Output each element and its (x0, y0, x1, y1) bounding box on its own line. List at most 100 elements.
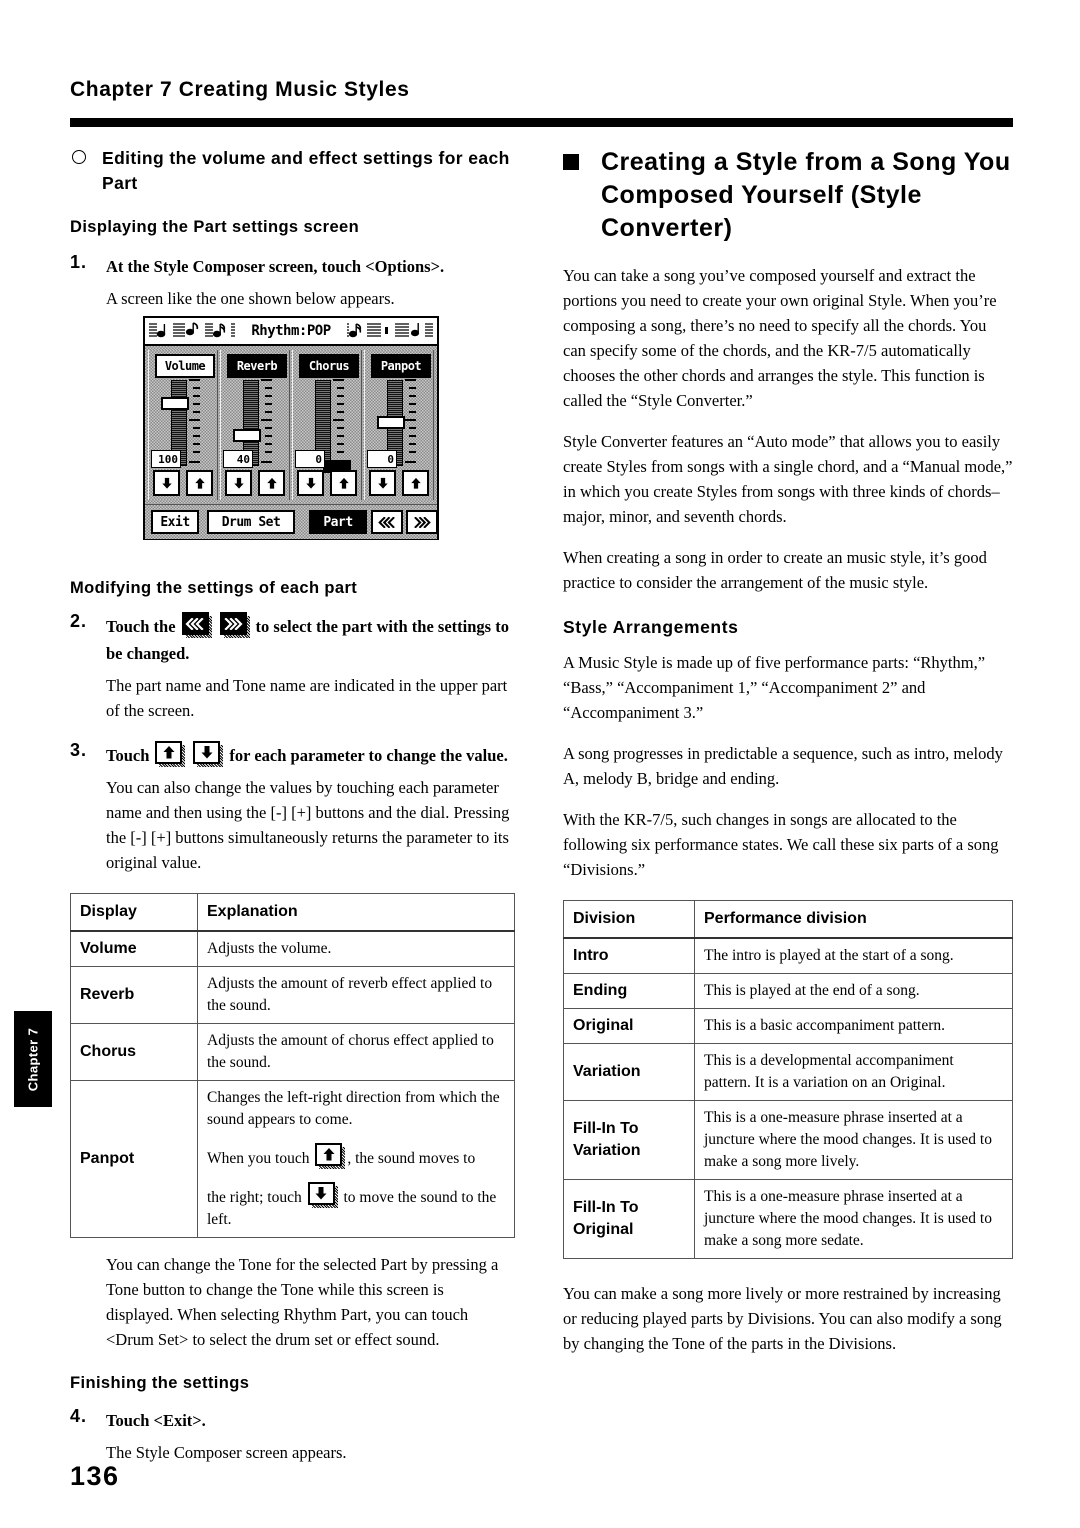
step-1: 1. At the Style Composer screen, touch <… (70, 252, 515, 280)
panpot-up-button-icon[interactable] (315, 1143, 346, 1169)
row-key-intro: Intro (563, 937, 695, 974)
subheading-style-arrangements: Style Arrangements (563, 617, 739, 637)
lcd-exit-button[interactable]: Exit (151, 510, 199, 534)
row-value-ending: This is played at the end of a song. (694, 973, 1013, 1009)
right-para-4: A Music Style is made up of five perform… (563, 653, 986, 722)
lcd-panpot-label[interactable]: Panpot (371, 354, 431, 378)
panpot-desc-line1: Changes the left-right direction from wh… (207, 1089, 500, 1128)
row-key-original: Original (563, 1008, 695, 1044)
panpot-desc-line3: the right; touch to move the sound to th… (207, 1182, 505, 1231)
music-staff-left-icon (149, 321, 235, 339)
step-4-number: 4. (70, 1406, 88, 1426)
lcd-channel-chorus: Chorus 0 (292, 350, 362, 500)
table-row: Intro The intro is played at the start o… (563, 937, 1013, 974)
right-para-5: A song progresses in predictable a seque… (563, 744, 1003, 788)
table-header-display: Display (70, 893, 198, 932)
lcd-panpot-up-button[interactable] (402, 470, 429, 496)
panpot-desc-line2b: , the sound moves to (347, 1150, 476, 1167)
table-header-explanation: Explanation (197, 893, 515, 932)
value-down-button-icon[interactable] (193, 741, 224, 767)
subheading-displaying-part-settings: Displaying the Part settings screen (70, 218, 360, 236)
row-value-reverb: Adjusts the amount of reverb effect appl… (197, 966, 515, 1024)
chevrons-right-icon (414, 516, 431, 528)
table-row: Variation This is a developmental accomp… (563, 1043, 1013, 1101)
prev-part-button-icon[interactable] (181, 612, 212, 638)
lcd-chorus-up-button[interactable] (330, 470, 357, 496)
heading-editing-volume: Editing the volume and effect settings f… (70, 146, 515, 196)
heading-style-converter: Creating a Style from a Song You Compose… (563, 146, 1013, 245)
lcd-reverb-stepper (225, 470, 285, 496)
lcd-chorus-ticks (331, 379, 344, 465)
display-explanation-table: Display Explanation Volume Adjusts the v… (70, 893, 515, 1238)
step-3-number: 3. (70, 740, 88, 760)
lcd-chorus-label[interactable]: Chorus (299, 354, 359, 378)
lcd-reverb-down-button[interactable] (225, 470, 252, 496)
value-up-button-icon[interactable] (155, 741, 186, 767)
row-key-ending: Ending (563, 973, 695, 1009)
table-row: Fill-In To Original This is a one-measur… (563, 1179, 1013, 1259)
row-value-volume: Adjusts the volume. (197, 930, 515, 967)
row-value-fillin-variation: This is a one-measure phrase inserted at… (694, 1100, 1013, 1180)
lcd-volume-up-button[interactable] (186, 470, 213, 496)
square-bullet-icon (563, 154, 579, 170)
table-header-performance-division: Performance division (694, 900, 1013, 939)
page-title: Chapter 7 Creating Music Styles (70, 78, 410, 101)
right-column: Creating a Style from a Song You Compose… (563, 146, 1013, 1372)
lcd-volume-label[interactable]: Volume (155, 354, 215, 378)
row-value-variation: This is a developmental accompaniment pa… (694, 1043, 1013, 1101)
lcd-part-label: Part (309, 510, 367, 534)
step-4-body: The Style Composer screen appears. (106, 1443, 347, 1462)
right-para-7: You can make a song more lively or more … (563, 1284, 1002, 1353)
chevrons-left-icon (182, 612, 209, 635)
chapter-side-tab: Chapter 7 (14, 1011, 52, 1107)
row-key-fillin-original: Fill-In To Original (563, 1179, 695, 1259)
subheading-modifying-settings: Modifying the settings of each part (70, 579, 358, 597)
step-2-number: 2. (70, 611, 88, 631)
table-row: Reverb Adjusts the amount of reverb effe… (70, 966, 515, 1024)
lcd-channel-panpot: Panpot 0 (364, 350, 434, 500)
panpot-desc-line2a: When you touch (207, 1150, 310, 1167)
table-row: Ending This is played at the end of a so… (563, 973, 1013, 1009)
lcd-chorus-down-button[interactable] (297, 470, 324, 496)
step-4-text: Touch <Exit>. (106, 1411, 206, 1430)
row-key-fillin-variation: Fill-In To Variation (563, 1100, 695, 1180)
step-1-text: At the Style Composer screen, touch <Opt… (106, 257, 445, 276)
right-para-6: With the KR-7/5, such changes in songs a… (563, 810, 999, 879)
lcd-next-part-button[interactable] (406, 510, 438, 534)
step-3-text-before: Touch (106, 746, 150, 765)
lcd-drum-set-button[interactable]: Drum Set (207, 510, 295, 534)
right-para-2: Style Converter features an “Auto mode” … (563, 432, 1013, 526)
lcd-prev-part-button[interactable] (371, 510, 403, 534)
lcd-panpot-knob[interactable] (377, 416, 405, 429)
step-2-body: The part name and Tone name are indicate… (106, 676, 508, 720)
lcd-reverb-label[interactable]: Reverb (227, 354, 287, 378)
division-table-wrap: Division Performance division Intro The … (563, 900, 1013, 1259)
table-header-row: Division Performance division (563, 900, 1013, 939)
header-rule (70, 118, 1013, 127)
lcd-reverb-up-button[interactable] (258, 470, 285, 496)
step-3-body: You can also change the values by touchi… (106, 778, 510, 872)
lcd-title-bar: Rhythm:POP (145, 318, 437, 346)
row-value-chorus: Adjusts the amount of chorus effect appl… (197, 1023, 515, 1081)
page-number: 136 (70, 1461, 120, 1491)
lcd-reverb-value: 40 (223, 450, 253, 468)
lcd-volume-knob[interactable] (161, 397, 189, 410)
circle-bullet-icon (72, 150, 86, 164)
division-table: Division Performance division Intro The … (563, 900, 1013, 1259)
panpot-down-button-icon[interactable] (307, 1182, 338, 1208)
right-para-1: You can take a song you’ve composed your… (563, 266, 997, 410)
lcd-volume-down-button[interactable] (153, 470, 180, 496)
lcd-reverb-knob[interactable] (233, 429, 261, 442)
row-key-chorus: Chorus (70, 1023, 198, 1081)
lcd-channel-reverb: Reverb 40 (220, 350, 290, 500)
arrow-down-icon (193, 741, 220, 764)
row-value-fillin-original: This is a one-measure phrase inserted at… (694, 1179, 1013, 1259)
next-part-button-icon[interactable] (219, 612, 250, 638)
step-4: 4. Touch <Exit>. (70, 1406, 515, 1434)
lcd-reverb-ticks (259, 379, 272, 465)
row-key-panpot: Panpot (70, 1080, 198, 1238)
step-1-number: 1. (70, 252, 88, 272)
panpot-desc-line2: When you touch , the sound moves to (207, 1143, 505, 1170)
table-header-row: Display Explanation (70, 893, 515, 932)
lcd-panpot-down-button[interactable] (369, 470, 396, 496)
